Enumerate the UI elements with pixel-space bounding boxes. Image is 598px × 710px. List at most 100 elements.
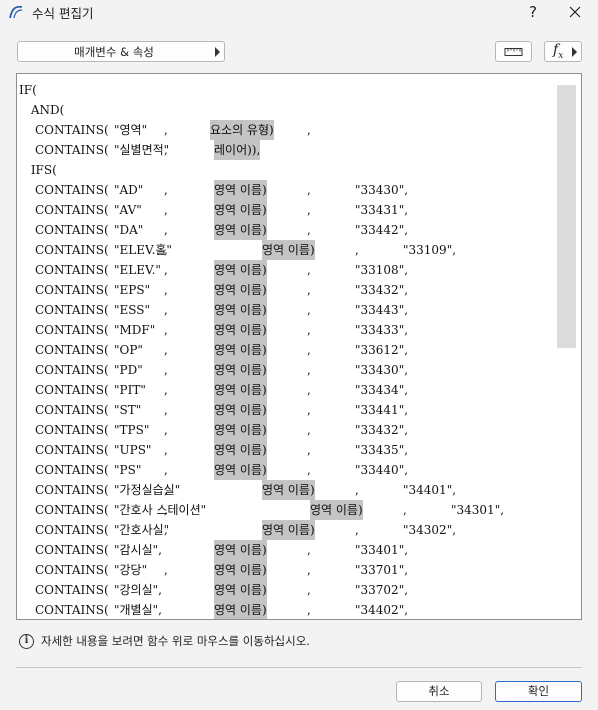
code-token: , [355,243,359,257]
code-line[interactable]: CONTAINS("PS", 영역 이름), "33440", [17,460,557,480]
app-icon [9,5,23,19]
code-line[interactable]: CONTAINS("간호사실", 영역 이름), "34302", [17,520,557,540]
code-line[interactable]: CONTAINS("강당", 영역 이름), "33701", [17,560,557,580]
code-token: , [164,223,168,237]
code-token: "33430", [355,363,409,377]
code-token: CONTAINS( [35,223,109,237]
ok-button[interactable]: 확인 [495,681,582,702]
code-token: CONTAINS( [35,123,109,137]
code-token: , [307,303,311,317]
code-token: "33109", [403,243,457,257]
code-token: , [307,123,311,137]
code-token: , [164,343,168,357]
info-text: 자세한 내용을 보려면 함수 위로 마우스를 이동하십시오. [41,634,310,648]
code-line[interactable]: IFS( [17,160,557,180]
code-line[interactable]: CONTAINS("DA", 영역 이름), "33442", [17,220,557,240]
code-token: CONTAINS( [35,183,109,197]
code-token: AND( [27,103,65,117]
code-token: "PIT" [114,383,146,397]
parameters-properties-button[interactable]: 매개변수 & 속성 [17,41,225,62]
code-token: , [307,383,311,397]
code-line[interactable]: CONTAINS("OP", 영역 이름), "33612", [17,340,557,360]
code-token: , [164,503,168,517]
code-token: , [164,423,168,437]
code-token: CONTAINS( [35,503,109,517]
code-line[interactable]: CONTAINS("강의실", 영역 이름), "33702", [17,580,557,600]
code-line[interactable]: AND( [17,100,557,120]
parameter-token: 레이어)), [214,140,261,160]
code-token: "33401", [355,543,409,557]
code-token: , [307,583,311,597]
code-token: "강당" [114,563,148,577]
code-token: , [307,603,311,617]
code-token: "33442", [355,223,409,237]
code-token: , [307,423,311,437]
code-line[interactable]: CONTAINS("MDF", 영역 이름), "33433", [17,320,557,340]
chevron-right-icon [215,47,220,57]
code-token: CONTAINS( [35,303,109,317]
code-line[interactable]: CONTAINS("PD", 영역 이름), "33430", [17,360,557,380]
code-line[interactable]: CONTAINS("실별면적", 레이어)), [17,140,557,160]
code-token: "UPS" [114,443,152,457]
code-line[interactable]: CONTAINS("ELEV.홀", 영역 이름), "33109", [17,240,557,260]
code-token: CONTAINS( [35,143,109,157]
code-line[interactable]: CONTAINS("AD", 영역 이름), "33430", [17,180,557,200]
code-token: "33443", [355,303,409,317]
code-line[interactable]: CONTAINS("감시실", 영역 이름), "33401", [17,540,557,560]
close-button[interactable] [564,1,586,23]
code-line[interactable]: CONTAINS("PIT", 영역 이름), "33434", [17,380,557,400]
formula-editor[interactable]: IF( AND(CONTAINS("영역", 요소의 유형), CONTAINS("… [16,73,582,620]
code-token: "DA" [114,223,144,237]
code-token: "33435", [355,443,409,457]
code-token: , [307,203,311,217]
code-token: "가정실습실" [114,483,181,497]
code-line[interactable]: CONTAINS("AV", 영역 이름), "33431", [17,200,557,220]
code-token: "33108", [355,263,409,277]
code-token: , [164,463,168,477]
code-token: , [164,303,168,317]
code-line[interactable]: CONTAINS("ESS", 영역 이름), "33443", [17,300,557,320]
ruler-icon [504,48,523,56]
parameter-token: 영역 이름) [214,280,267,300]
parameter-token: 영역 이름) [214,540,267,560]
code-token: , [164,563,168,577]
insert-function-button[interactable]: fx [544,41,582,62]
code-line[interactable]: CONTAINS("ST", 영역 이름), "33441", [17,400,557,420]
code-token: , [307,183,311,197]
code-token: CONTAINS( [35,543,109,557]
code-line[interactable]: CONTAINS("개별실", 영역 이름), "34402", [17,600,557,619]
code-token: CONTAINS( [35,463,109,477]
vertical-scrollbar-thumb[interactable] [557,85,576,348]
code-token: CONTAINS( [35,263,109,277]
code-line[interactable]: CONTAINS("ELEV.", 영역 이름), "33108", [17,260,557,280]
code-token: CONTAINS( [35,283,109,297]
code-token: "33702", [355,583,409,597]
parameter-token: 요소의 유형) [210,120,274,140]
code-token: "AV" [114,203,142,217]
code-token: "33701", [355,563,409,577]
code-token: , [164,403,168,417]
parameters-properties-label: 매개변수 & 속성 [74,45,154,59]
code-line[interactable]: CONTAINS("EPS", 영역 이름), "33432", [17,280,557,300]
code-line[interactable]: CONTAINS("간호사 스테이션", 영역 이름), "34301", [17,500,557,520]
parameter-token: 영역 이름) [214,300,267,320]
code-token: "개별실", [114,603,162,617]
code-line[interactable]: CONTAINS("가정실습실", 영역 이름), "34401", [17,480,557,500]
parameter-token: 영역 이름) [262,240,315,260]
help-button[interactable]: ? [522,1,544,23]
code-token: "간호사 스테이션" [114,503,207,517]
code-token: , [307,443,311,457]
code-line[interactable]: CONTAINS("TPS", 영역 이름), "33432", [17,420,557,440]
cancel-button[interactable]: 취소 [396,681,482,702]
code-token: CONTAINS( [35,603,109,617]
code-token: "MDF" [114,323,156,337]
code-token: IF( [19,83,37,97]
units-button[interactable] [495,41,532,62]
code-token: "34302", [403,523,457,537]
parameter-token: 영역 이름) [310,500,363,520]
code-token: "감시실", [114,543,162,557]
code-line[interactable]: IF( [17,80,557,100]
code-line[interactable]: CONTAINS("UPS", 영역 이름), "33435", [17,440,557,460]
code-line[interactable]: CONTAINS("영역", 요소의 유형), [17,120,557,140]
parameter-token: 영역 이름) [214,380,267,400]
